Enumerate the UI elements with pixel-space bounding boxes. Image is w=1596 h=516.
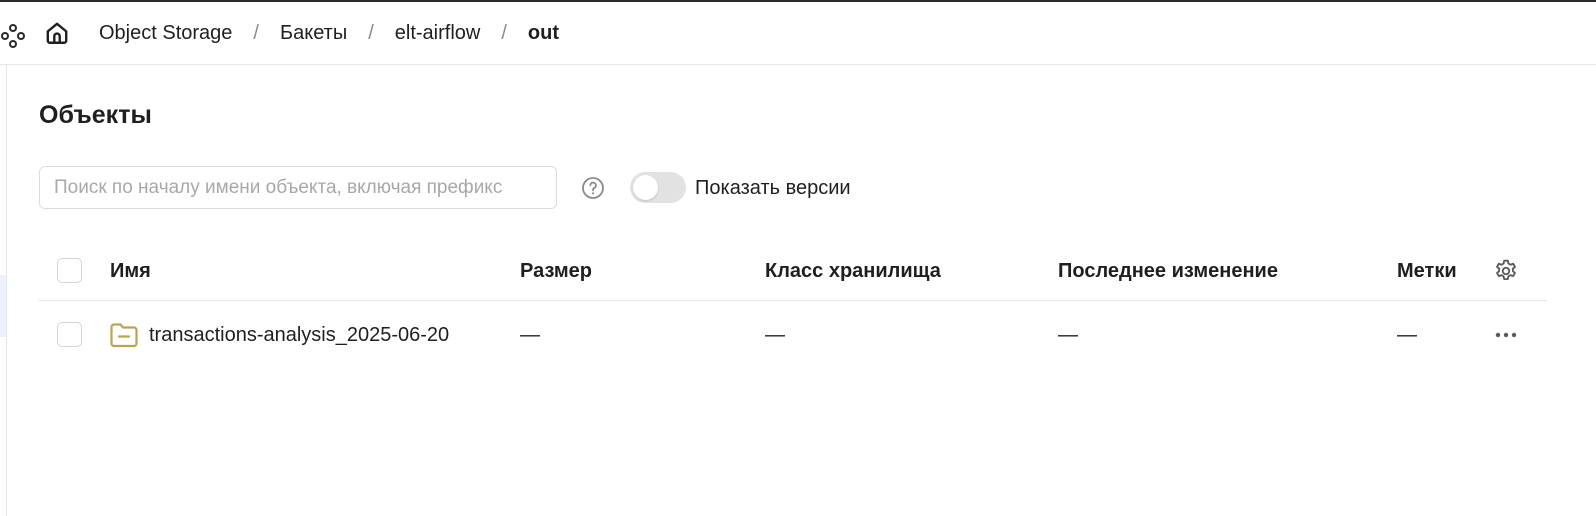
breadcrumb-item-bucket[interactable]: elt-airflow <box>395 22 481 45</box>
breadcrumb-item-current: out <box>527 22 559 44</box>
services-grid-icon[interactable] <box>0 23 26 49</box>
row-checkbox[interactable] <box>57 322 82 347</box>
folder-icon <box>109 322 139 348</box>
table-header: Имя Размер Класс хранилища Последнее изм… <box>39 245 1547 301</box>
left-rail <box>0 65 7 516</box>
column-header-labels[interactable]: Метки <box>1397 258 1457 284</box>
cell-storage-class: — <box>765 324 785 346</box>
cell-modified: — <box>1058 324 1078 346</box>
rail-active-marker <box>0 275 6 337</box>
select-all-checkbox[interactable] <box>57 258 82 283</box>
object-name-link[interactable]: transactions-analysis_2025-06-20 <box>149 322 449 348</box>
breadcrumb-item-object-storage[interactable]: Object Storage <box>99 22 232 45</box>
breadcrumb-separator: / <box>253 22 259 44</box>
breadcrumb-item-buckets[interactable]: Бакеты <box>280 22 347 45</box>
show-versions-label: Показать версии <box>695 177 851 199</box>
search-input[interactable] <box>39 166 557 209</box>
breadcrumb: Object Storage / Бакеты / elt-airflow / … <box>99 2 559 65</box>
home-icon[interactable] <box>44 20 70 46</box>
cell-size: — <box>520 324 540 346</box>
column-header-modified[interactable]: Последнее изменение <box>1058 258 1278 284</box>
help-icon[interactable] <box>581 176 605 200</box>
more-horizontal-icon[interactable] <box>1493 322 1519 348</box>
column-header-storage-class[interactable]: Класс хранилища <box>765 258 941 284</box>
top-header: Object Storage / Бакеты / elt-airflow / … <box>0 2 1596 65</box>
cell-labels: — <box>1397 324 1417 346</box>
toggle-knob <box>633 175 658 200</box>
column-header-name[interactable]: Имя <box>110 258 151 284</box>
breadcrumb-separator: / <box>501 22 507 44</box>
column-header-size[interactable]: Размер <box>520 258 592 284</box>
table-row[interactable]: transactions-analysis_2025-06-20 — — — — <box>39 302 1547 368</box>
gear-icon[interactable] <box>1493 258 1519 284</box>
page-title: Объекты <box>39 101 152 129</box>
show-versions-toggle[interactable] <box>630 172 686 203</box>
breadcrumb-separator: / <box>368 22 374 44</box>
